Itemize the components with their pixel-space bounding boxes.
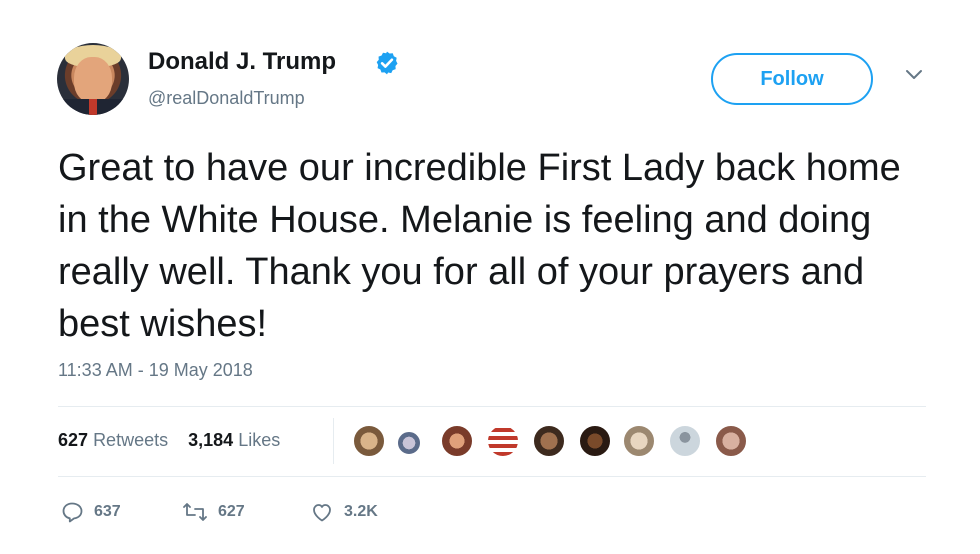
avatar[interactable] <box>57 43 129 115</box>
liker-avatar[interactable] <box>668 424 702 458</box>
liker-avatar[interactable] <box>352 424 386 458</box>
likes-label: Likes <box>238 430 281 450</box>
liker-avatar[interactable] <box>532 424 566 458</box>
divider-top <box>58 406 926 407</box>
liker-avatar[interactable] <box>714 424 748 458</box>
liker-avatar[interactable] <box>396 430 422 456</box>
user-handle[interactable]: @realDonaldTrump <box>148 88 305 109</box>
retweets-count: 627 <box>58 430 89 450</box>
liker-avatar[interactable] <box>578 424 612 458</box>
follow-button[interactable]: Follow <box>711 53 873 105</box>
tweet-text: Great to have our incredible First Lady … <box>58 147 901 345</box>
display-name[interactable]: Donald J. Trump <box>148 48 336 76</box>
reply-count: 637 <box>94 503 121 520</box>
stats-separator <box>333 418 334 464</box>
avatar-face <box>74 57 112 103</box>
chevron-down-icon[interactable] <box>904 68 924 82</box>
retweet-button[interactable]: 627 <box>182 500 245 524</box>
like-count: 3.2K <box>344 503 378 520</box>
retweet-count: 627 <box>218 503 245 520</box>
like-button[interactable]: 3.2K <box>310 500 378 524</box>
likes-count: 3,184 <box>188 430 234 450</box>
divider-bottom <box>58 476 926 477</box>
verified-badge-icon <box>376 51 398 75</box>
liker-avatar[interactable] <box>622 424 656 458</box>
tweet-timestamp[interactable]: 11:33 AM - 19 May 2018 <box>58 360 253 381</box>
like-icon <box>313 504 331 522</box>
retweets-label: Retweets <box>93 430 169 450</box>
retweet-icon <box>183 503 207 521</box>
avatar-tie <box>89 99 97 115</box>
reply-icon <box>62 502 83 523</box>
liker-avatar[interactable] <box>486 424 520 458</box>
reply-button[interactable]: 637 <box>60 500 121 524</box>
retweets-stat[interactable]: 627 Retweets <box>58 430 168 450</box>
engagement-counts: 627 Retweets 3,184 Likes <box>58 430 280 451</box>
tweet-card: Donald J. Trump @realDonaldTrump Follow … <box>0 0 980 554</box>
likes-stat[interactable]: 3,184 Likes <box>188 430 280 450</box>
liker-avatar[interactable] <box>440 424 474 458</box>
